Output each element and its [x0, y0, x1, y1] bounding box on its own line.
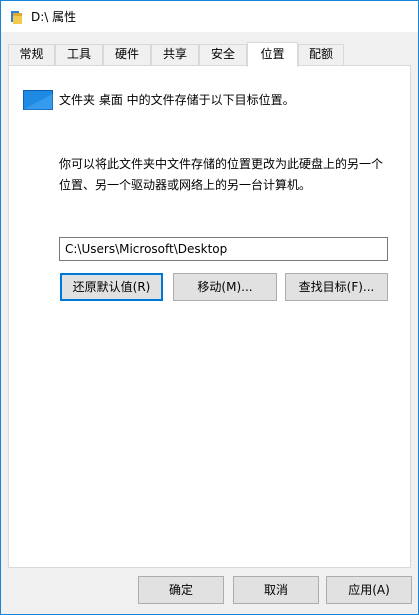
find-target-button[interactable]: 查找目标(F)... [285, 273, 388, 301]
window-title: D:\ 属性 [31, 10, 77, 24]
description-line-2: 位置、另一个驱动器或网络上的另一台计算机。 [59, 178, 312, 192]
tab-sharing[interactable]: 共享 [151, 44, 199, 65]
tab-location[interactable]: 位置 [247, 42, 298, 67]
ok-button[interactable]: 确定 [138, 576, 224, 604]
location-description: 你可以将此文件夹中文件存储的位置更改为此硬盘上的另一个 位置、另一个驱动器或网络… [59, 154, 404, 196]
tab-general[interactable]: 常规 [8, 44, 55, 65]
description-line-1: 你可以将此文件夹中文件存储的位置更改为此硬盘上的另一个 [59, 157, 384, 171]
location-path-input[interactable] [59, 237, 388, 261]
cancel-button[interactable]: 取消 [233, 576, 319, 604]
tab-tools[interactable]: 工具 [55, 44, 103, 65]
apply-button[interactable]: 应用(A) [326, 576, 412, 604]
desktop-folder-icon [23, 90, 53, 110]
location-panel: 文件夹 桌面 中的文件存储于以下目标位置。 你可以将此文件夹中文件存储的位置更改… [8, 65, 411, 568]
restore-default-button[interactable]: 还原默认值(R) [60, 273, 163, 301]
location-intro-text: 文件夹 桌面 中的文件存储于以下目标位置。 [59, 93, 295, 107]
properties-window: D:\ 属性 常规 工具 硬件 共享 安全 位置 配额 文件夹 桌面 中的文件存… [0, 0, 419, 615]
tab-quota[interactable]: 配额 [298, 44, 344, 65]
tab-hardware[interactable]: 硬件 [103, 44, 151, 65]
move-button[interactable]: 移动(M)... [173, 273, 277, 301]
title-bar[interactable]: D:\ 属性 [1, 1, 418, 32]
drive-icon [10, 9, 24, 25]
tab-security[interactable]: 安全 [199, 44, 247, 65]
tab-strip: 常规 工具 硬件 共享 安全 位置 配额 [8, 42, 412, 67]
